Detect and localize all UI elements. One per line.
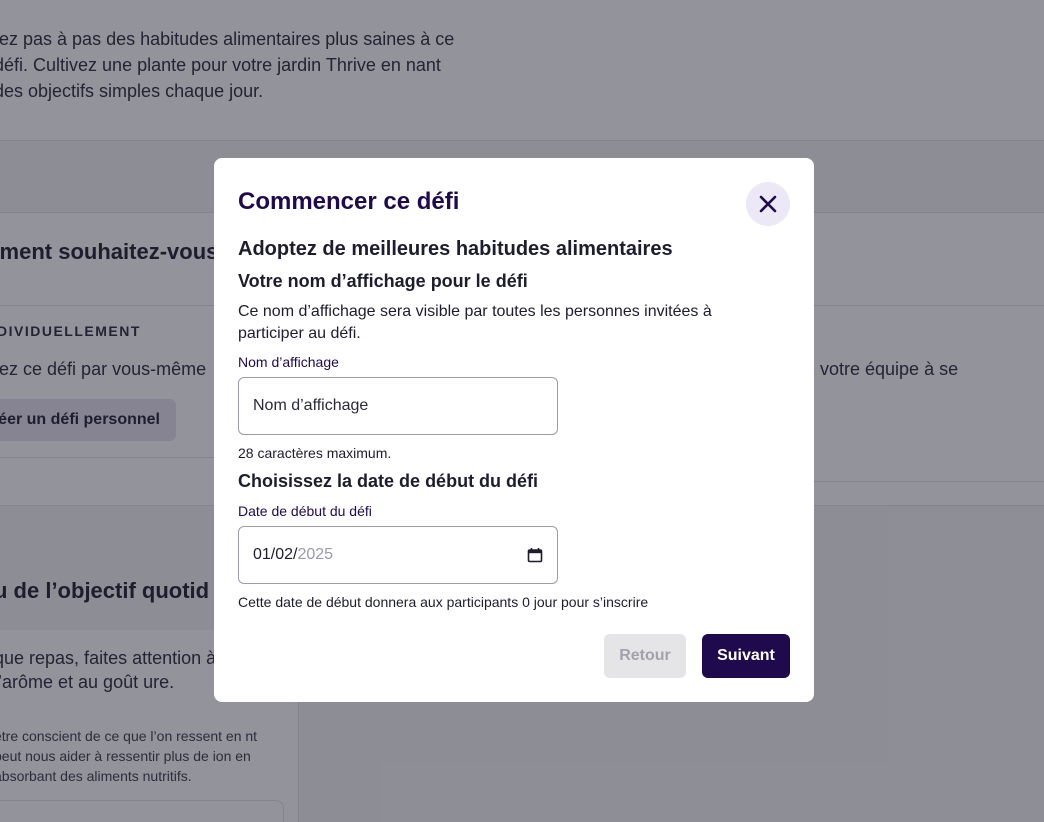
start-date-helper: Cette date de début donnera aux particip… xyxy=(238,594,649,610)
modal-title: Commencer ce défi xyxy=(238,188,460,215)
start-challenge-modal: Commencer ce défi Adoptez de meilleures … xyxy=(214,158,814,702)
display-name-heading: Votre nom d’affichage pour le défi xyxy=(238,271,528,291)
close-icon xyxy=(759,195,777,213)
challenge-name: Adoptez de meilleures habitudes alimenta… xyxy=(238,238,673,260)
display-name-description: Ce nom d’affichage sera visible par tout… xyxy=(238,303,712,342)
display-name-input[interactable] xyxy=(238,377,558,435)
close-button[interactable] xyxy=(746,182,790,226)
start-date-label: Date de début du défi xyxy=(238,503,372,519)
start-date-heading: Choisissez la date de début du défi xyxy=(238,471,539,491)
start-date-day-month[interactable]: 01/02/ xyxy=(253,546,297,564)
display-name-label: Nom d’affichage xyxy=(238,354,339,370)
back-button[interactable]: Retour xyxy=(604,634,686,678)
start-date-input[interactable]: 01/02/2025 xyxy=(238,526,558,584)
start-date-year[interactable]: 2025 xyxy=(297,546,333,564)
display-name-max-hint: 28 caractères maximum. xyxy=(238,445,392,461)
calendar-icon[interactable] xyxy=(527,547,543,563)
next-button[interactable]: Suivant xyxy=(702,634,790,678)
app-viewport: tez pas à pas des habitudes alimentaires… xyxy=(0,0,1044,822)
